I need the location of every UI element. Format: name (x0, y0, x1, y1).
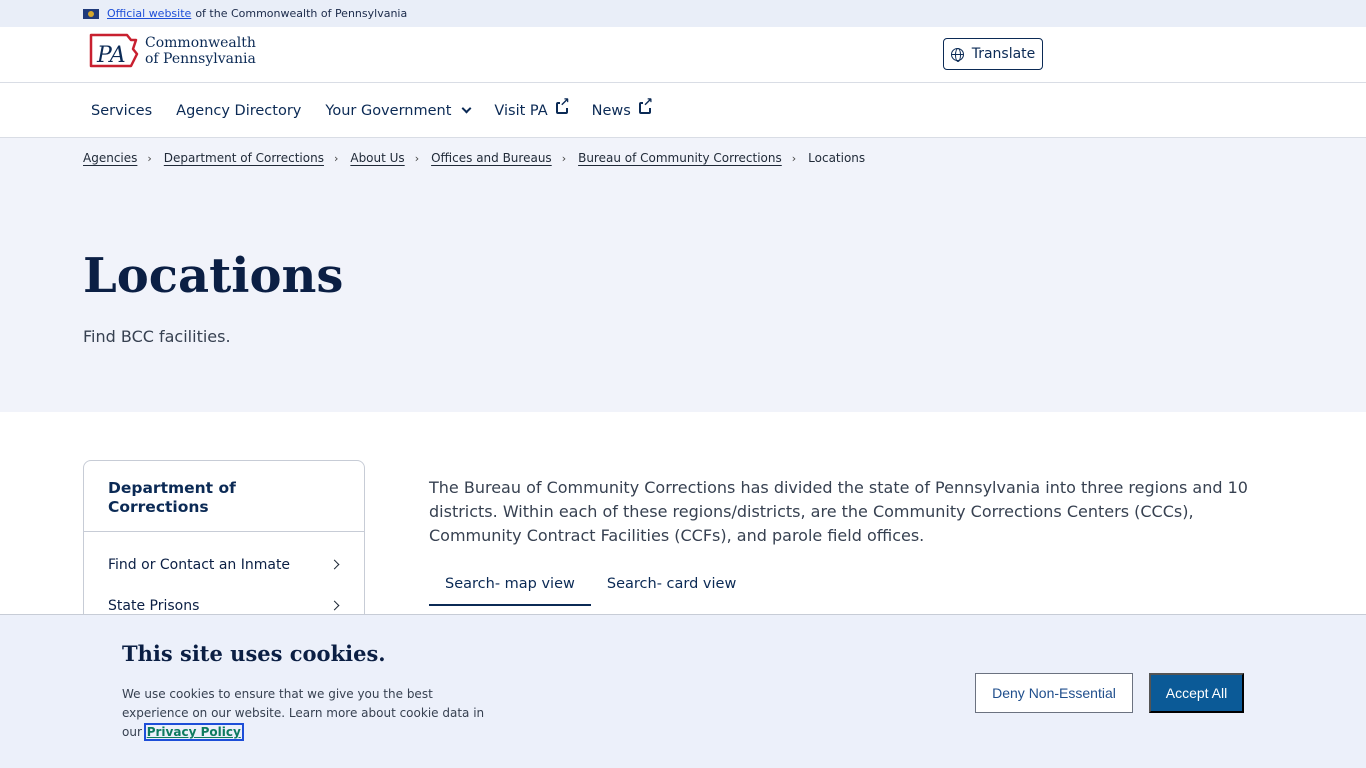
pa-logo-mark: PA (87, 32, 139, 70)
cookie-title: This site uses cookies. (122, 641, 386, 666)
breadcrumb-current: Locations (808, 151, 866, 165)
sidebar-item-find-or-contact-an-inmate[interactable]: Find or Contact an Inmate (84, 544, 364, 585)
page-hero: Agencies › Department of Corrections › A… (0, 138, 1366, 412)
pa-keystone-icon: PA (89, 33, 139, 68)
accept-all-button[interactable]: Accept All (1149, 673, 1244, 713)
nav-item-news[interactable]: News (591, 95, 653, 119)
intro-paragraph: The Bureau of Community Corrections has … (429, 478, 1248, 545)
nav-item-label: Agency Directory (176, 102, 302, 119)
translate-button[interactable]: Translate (943, 38, 1043, 70)
chevron-right-icon (329, 559, 340, 570)
cookie-banner: This site uses cookies. We use cookies t… (0, 614, 1366, 768)
logo-wordmark: Commonwealth of Pennsylvania (145, 35, 256, 67)
translate-label: Translate (971, 46, 1036, 62)
chevron-right-icon: › (791, 151, 797, 165)
chevron-right-icon: › (333, 151, 339, 165)
nav-item-your-government[interactable]: Your Government (325, 102, 472, 119)
nav-item-label: News (591, 102, 631, 119)
official-website-link[interactable]: Official website (107, 7, 191, 20)
external-link-icon (638, 95, 653, 114)
logo-mark-text: PA (96, 43, 126, 68)
site-header: PA Commonwealth of Pennsylvania Translat… (0, 27, 1366, 83)
nav-item-agency-directory[interactable]: Agency Directory (176, 103, 301, 119)
chevron-right-icon: › (561, 151, 567, 165)
view-tabs: Search- map view Search- card view (429, 566, 752, 606)
breadcrumb: Agencies › Department of Corrections › A… (83, 151, 865, 165)
official-website-bar: Official website of the Commonwealth of … (0, 0, 1366, 27)
deny-non-essential-button[interactable]: Deny Non-Essential (975, 673, 1133, 713)
pa-flag-icon (83, 8, 99, 19)
page-subtitle: Find BCC facilities. (83, 327, 231, 346)
tab-search-map-view[interactable]: Search- map view (429, 566, 591, 606)
chevron-down-icon (461, 103, 472, 114)
main-nav: Services Agency Directory Your Governmen… (0, 84, 1366, 138)
chevron-right-icon: › (147, 151, 152, 165)
breadcrumb-offices-and-bureaus[interactable]: Offices and Bureaus (431, 151, 552, 165)
nav-item-visit-pa[interactable]: Visit PA (494, 95, 570, 119)
chevron-right-icon: › (414, 151, 420, 165)
breadcrumb-agencies[interactable]: Agencies (83, 151, 137, 165)
breadcrumb-department-of-corrections[interactable]: Department of Corrections (164, 151, 324, 165)
page-title: Locations (83, 248, 344, 304)
chevron-right-icon (329, 600, 340, 611)
breadcrumb-about-us[interactable]: About Us (350, 151, 404, 165)
sidebar-title[interactable]: Department of Corrections (84, 461, 364, 532)
nav-item-label: Visit PA (494, 102, 548, 119)
nav-item-label: Services (91, 102, 153, 119)
logo-line-2: of Pennsylvania (145, 51, 256, 67)
globe-icon (950, 47, 964, 62)
logo-line-1: Commonwealth (145, 35, 256, 51)
tab-search-card-view[interactable]: Search- card view (591, 566, 752, 606)
nav-item-services[interactable]: Services (91, 103, 152, 119)
nav-item-label: Your Government (325, 102, 452, 119)
pa-logo[interactable]: PA Commonwealth of Pennsylvania (87, 32, 256, 70)
privacy-policy-link[interactable]: Privacy Policy (143, 723, 244, 741)
sidebar-item-label: Find or Contact an Inmate (108, 556, 291, 573)
external-link-icon (555, 95, 570, 114)
sidebar-item-label: State Prisons (108, 597, 200, 614)
cookie-text: We use cookies to ensure that we give yo… (122, 685, 502, 742)
official-website-text: of the Commonwealth of Pennsylvania (195, 7, 408, 20)
breadcrumb-bureau-of-community-corrections[interactable]: Bureau of Community Corrections (578, 151, 782, 165)
